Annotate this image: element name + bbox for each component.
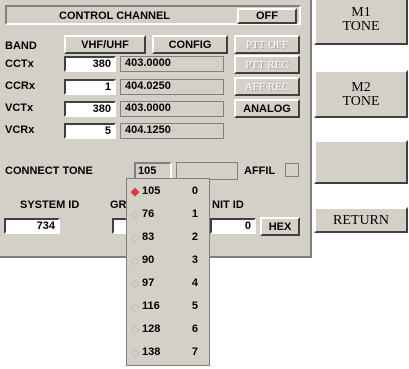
- dropdown-option[interactable]: ◇ 116 5: [128, 295, 208, 317]
- ptt-rec-button[interactable]: PTT REC: [234, 55, 300, 74]
- dropdown-option[interactable]: ◇ 90 3: [128, 249, 208, 271]
- band-select-button[interactable]: VHF/UHF: [64, 35, 146, 54]
- diamond-icon: ◇: [130, 346, 140, 359]
- affil-label: AFFIL: [244, 165, 276, 177]
- ccrx-frequency: 404.0250: [120, 79, 224, 95]
- connect-tone-dropdown[interactable]: ◆ 105 0 ◇ 76 1 ◇ 83 2 ◇ 90 3 ◇ 97 4 ◇ 11…: [126, 178, 210, 366]
- vcrx-channel-field[interactable]: 5: [64, 123, 116, 139]
- affil-checkbox[interactable]: [285, 163, 299, 177]
- unit-id-label: NIT ID: [212, 199, 244, 211]
- diamond-icon: ◇: [130, 323, 140, 336]
- control-channel-title: CONTROL CHANNEL: [59, 10, 171, 22]
- connect-tone-label: CONNECT TONE: [5, 165, 93, 177]
- diamond-icon: ◇: [130, 277, 140, 290]
- group-id-label: GR: [110, 199, 127, 211]
- dropdown-option[interactable]: ◇ 128 6: [128, 318, 208, 340]
- vcrx-frequency: 404.1250: [120, 123, 224, 139]
- cctx-channel-field[interactable]: 380: [64, 56, 116, 72]
- vctx-channel-field[interactable]: 380: [64, 101, 116, 117]
- m1-tone-button[interactable]: M1 TONE: [314, 0, 408, 45]
- ccrx-channel-field[interactable]: 1: [64, 79, 116, 95]
- vcrx-label: VCRx: [5, 124, 35, 136]
- blank-side-button[interactable]: [314, 140, 408, 184]
- vctx-label: VCTx: [5, 102, 34, 114]
- dropdown-option[interactable]: ◇ 138 7: [128, 341, 208, 363]
- band-label: BAND: [5, 40, 37, 52]
- aff-rec-button[interactable]: AFF REC: [234, 77, 300, 96]
- off-button[interactable]: OFF: [237, 8, 297, 24]
- system-id-label: SYSTEM ID: [20, 199, 80, 211]
- ptt-off-button[interactable]: PTT OFF: [234, 35, 300, 54]
- control-channel-header: CONTROL CHANNEL OFF: [5, 5, 301, 25]
- hex-button[interactable]: HEX: [260, 217, 300, 236]
- config-button[interactable]: CONFIG: [152, 35, 228, 54]
- vctx-frequency: 403.0000: [120, 101, 224, 117]
- selected-diamond-icon: ◆: [130, 185, 140, 198]
- m2-tone-line1: M2: [351, 80, 371, 95]
- dropdown-option[interactable]: ◆ 105 0: [128, 180, 208, 202]
- analog-button[interactable]: ANALOG: [234, 99, 300, 118]
- diamond-icon: ◇: [130, 300, 140, 313]
- diamond-icon: ◇: [130, 254, 140, 267]
- ccrx-label: CCRx: [5, 80, 35, 92]
- dropdown-option[interactable]: ◇ 76 1: [128, 203, 208, 225]
- cctx-frequency: 403.0000: [120, 56, 224, 72]
- m2-tone-button[interactable]: M2 TONE: [314, 70, 408, 118]
- m1-tone-line1: M1: [351, 5, 371, 20]
- system-id-field[interactable]: 734: [4, 218, 60, 234]
- diamond-icon: ◇: [130, 208, 140, 221]
- unit-id-field[interactable]: 0: [210, 218, 256, 234]
- cctx-label: CCTx: [5, 58, 34, 70]
- dropdown-option[interactable]: ◇ 97 4: [128, 272, 208, 294]
- m2-tone-line2: TONE: [342, 94, 380, 109]
- diamond-icon: ◇: [130, 231, 140, 244]
- dropdown-option[interactable]: ◇ 83 2: [128, 226, 208, 248]
- m1-tone-line2: TONE: [342, 19, 380, 34]
- return-button[interactable]: RETURN: [314, 207, 408, 233]
